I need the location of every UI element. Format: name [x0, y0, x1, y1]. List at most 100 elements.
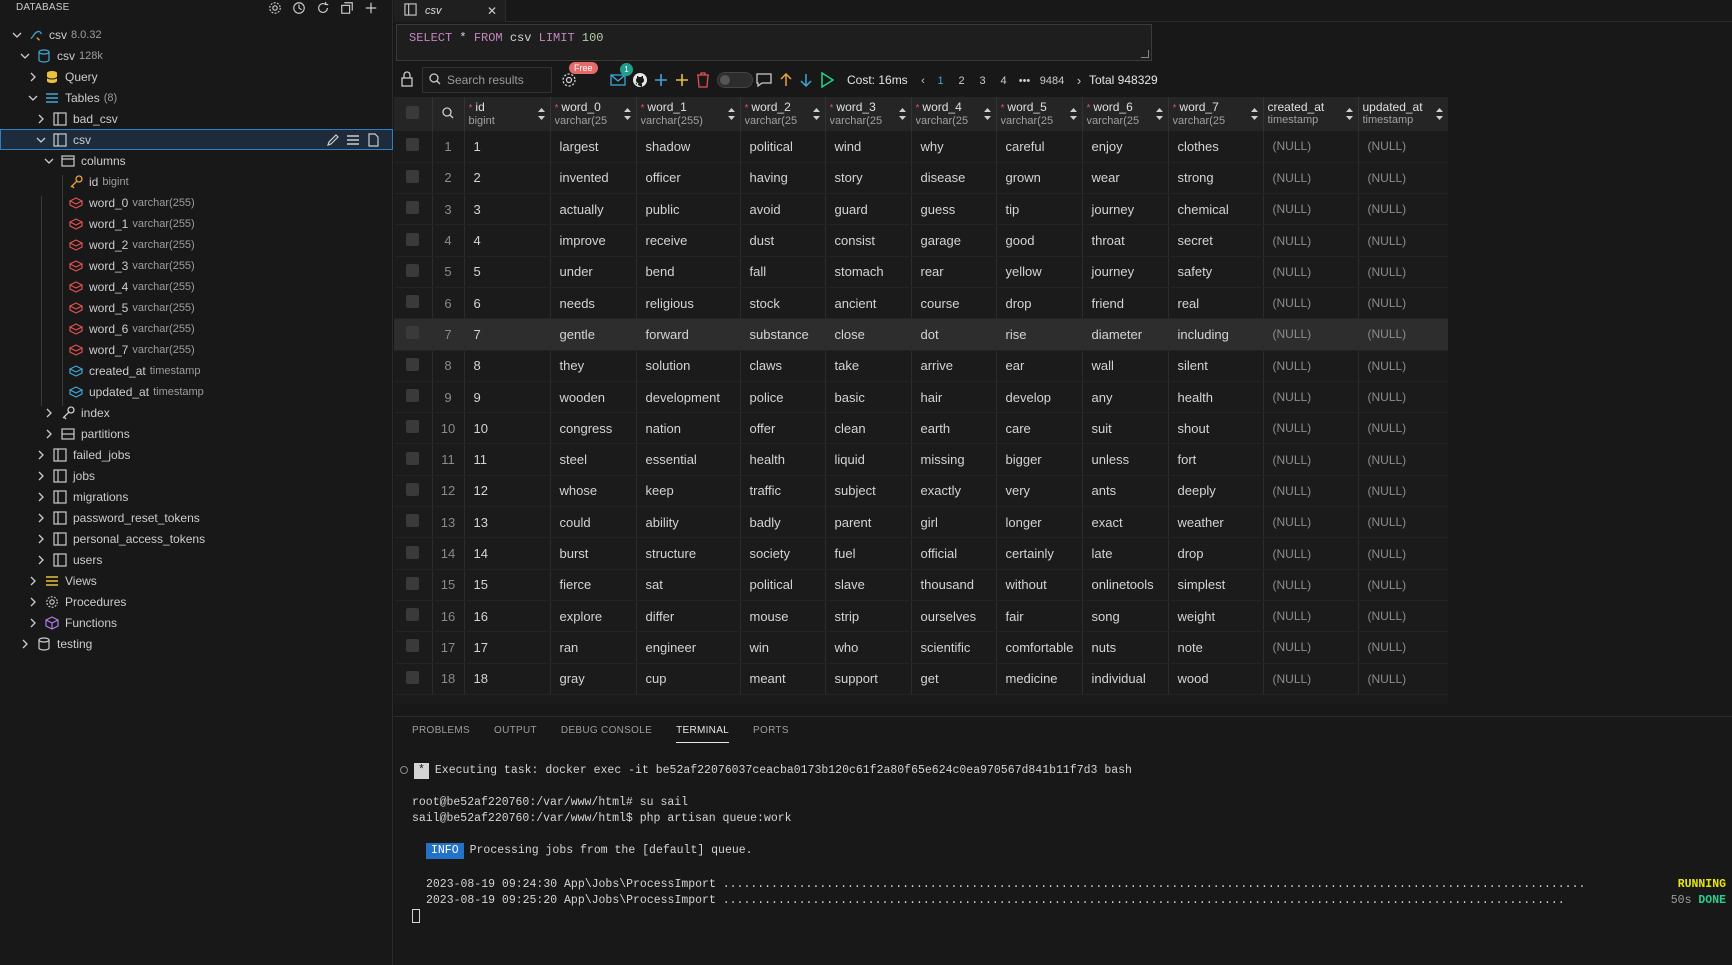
table-cell[interactable]: very [996, 475, 1083, 508]
table-cell[interactable]: careful [996, 131, 1083, 163]
table-cell[interactable]: longer [996, 506, 1083, 539]
table-cell[interactable]: official [911, 537, 997, 570]
table-cell[interactable]: nation [636, 412, 741, 445]
new-file-icon[interactable] [366, 133, 380, 150]
tree-column-word-4[interactable]: word_4 varchar(255) [0, 276, 393, 297]
chevron-down-icon[interactable] [10, 28, 24, 42]
row-checkbox[interactable] [406, 451, 420, 465]
table-row[interactable]: 5 5 under bend fall stomach rear yellow journey s… [394, 256, 1448, 288]
tree-column-updated-at[interactable]: updated_at timestamp [0, 381, 393, 402]
tree-query[interactable]: Query [0, 66, 393, 87]
row-checkbox-cell[interactable] [394, 131, 433, 163]
table-cell[interactable]: 15 [464, 569, 551, 601]
table-cell[interactable]: police [740, 381, 826, 414]
table-cell[interactable]: (NULL) [1358, 224, 1448, 257]
table-cell[interactable]: any [1082, 381, 1169, 414]
table-cell[interactable]: guard [825, 193, 912, 226]
table-cell[interactable]: rise [996, 318, 1083, 351]
table-cell[interactable]: health [740, 443, 826, 476]
tab-output[interactable]: OUTPUT [494, 725, 537, 743]
table-cell[interactable]: exactly [911, 475, 997, 508]
table-cell[interactable]: ear [996, 350, 1083, 382]
table-cell[interactable]: political [740, 569, 826, 601]
chevron-right-icon[interactable] [18, 637, 32, 651]
table-cell[interactable]: journey [1082, 193, 1169, 226]
table-cell[interactable]: 16 [464, 600, 551, 633]
table-cell[interactable]: weight [1168, 600, 1264, 633]
chevron-right-icon[interactable] [42, 427, 56, 441]
table-cell[interactable]: real [1168, 287, 1264, 320]
table-cell[interactable]: 18 [464, 663, 551, 695]
table-cell[interactable]: (NULL) [1263, 412, 1359, 445]
table-cell[interactable]: suit [1082, 412, 1169, 445]
tree-table-users[interactable]: users [0, 549, 393, 570]
row-checkbox[interactable] [406, 608, 420, 622]
table-cell[interactable]: structure [636, 537, 741, 570]
table-row[interactable]: 15 15 fierce sat political slave thousand witho… [394, 569, 1448, 601]
table-cell[interactable]: weather [1168, 506, 1264, 539]
chevron-right-icon[interactable] [34, 490, 48, 504]
chevron-right-icon[interactable] [34, 553, 48, 567]
table-cell[interactable]: (NULL) [1263, 506, 1359, 539]
tree-table-personal-access-tokens[interactable]: personal_access_tokens [0, 528, 393, 549]
table-cell[interactable]: chemical [1168, 193, 1264, 226]
page-link[interactable]: 1 [930, 75, 951, 87]
table-cell[interactable]: fair [996, 600, 1083, 633]
table-row[interactable]: 11 11 steel essential health liquid missing big… [394, 443, 1448, 476]
table-cell[interactable]: song [1082, 600, 1169, 633]
table-cell[interactable]: 11 [464, 443, 551, 476]
table-cell[interactable]: (NULL) [1358, 318, 1448, 351]
table-cell[interactable]: liquid [825, 443, 912, 476]
table-row[interactable]: 2 2 invented officer having story disease grown… [394, 162, 1448, 195]
row-checkbox-cell[interactable] [394, 350, 433, 382]
table-cell[interactable]: thousand [911, 569, 997, 601]
table-cell[interactable]: 12 [464, 475, 551, 508]
table-row[interactable]: 16 16 explore differ mouse strip ourselves fair… [394, 600, 1448, 633]
table-cell[interactable]: late [1082, 537, 1169, 570]
table-cell[interactable]: fort [1168, 443, 1264, 476]
table-row[interactable]: 18 18 gray cup meant support get medicine indivi… [394, 663, 1448, 695]
table-cell[interactable]: (NULL) [1358, 475, 1448, 508]
sql-editor[interactable]: SELECT * FROM csv LIMIT 100 [396, 24, 1152, 61]
table-cell[interactable]: 14 [464, 537, 551, 570]
row-checkbox[interactable] [406, 357, 420, 371]
table-cell[interactable]: drop [996, 287, 1083, 320]
table-cell[interactable]: substance [740, 318, 826, 351]
table-cell[interactable]: strip [825, 600, 912, 633]
row-checkbox[interactable] [406, 201, 420, 215]
table-cell[interactable]: clothes [1168, 131, 1264, 163]
table-cell[interactable]: friend [1082, 287, 1169, 320]
table-cell[interactable]: 9 [464, 381, 551, 414]
arrow-up-icon[interactable] [777, 71, 795, 89]
tree-column-created-at[interactable]: created_at timestamp [0, 360, 393, 381]
chevron-left-icon[interactable]: ‹ [916, 75, 930, 87]
view-toggle[interactable] [717, 72, 753, 88]
table-cell[interactable]: (NULL) [1263, 224, 1359, 257]
table-cell[interactable]: meant [740, 663, 826, 695]
search-results-input[interactable]: Search results [422, 67, 552, 93]
table-cell[interactable]: gentle [550, 318, 637, 351]
table-cell[interactable]: basic [825, 381, 912, 414]
table-cell[interactable]: win [740, 631, 826, 664]
table-cell[interactable]: development [636, 381, 741, 414]
table-cell[interactable]: invented [550, 162, 637, 195]
tree-procedures[interactable]: Procedures [0, 591, 393, 612]
run-icon[interactable] [818, 71, 836, 89]
table-cell[interactable]: improve [550, 224, 637, 257]
table-cell[interactable]: ability [636, 506, 741, 539]
tree-database-testing[interactable]: testing [0, 633, 393, 654]
table-cell[interactable]: enjoy [1082, 131, 1169, 163]
table-cell[interactable]: wall [1082, 350, 1169, 382]
table-cell[interactable]: (NULL) [1263, 287, 1359, 320]
table-cell[interactable]: mouse [740, 600, 826, 633]
table-cell[interactable]: disease [911, 162, 997, 195]
table-cell[interactable]: differ [636, 600, 741, 633]
page-link[interactable]: 9484 [1035, 75, 1069, 87]
tree-table-failed-jobs[interactable]: failed_jobs [0, 444, 393, 465]
table-cell[interactable]: bend [636, 256, 741, 288]
table-cell[interactable]: fierce [550, 569, 637, 601]
table-cell[interactable]: officer [636, 162, 741, 195]
chevron-down-icon[interactable] [42, 154, 56, 168]
select-all-header[interactable] [394, 97, 433, 131]
table-cell[interactable]: guess [911, 193, 997, 226]
